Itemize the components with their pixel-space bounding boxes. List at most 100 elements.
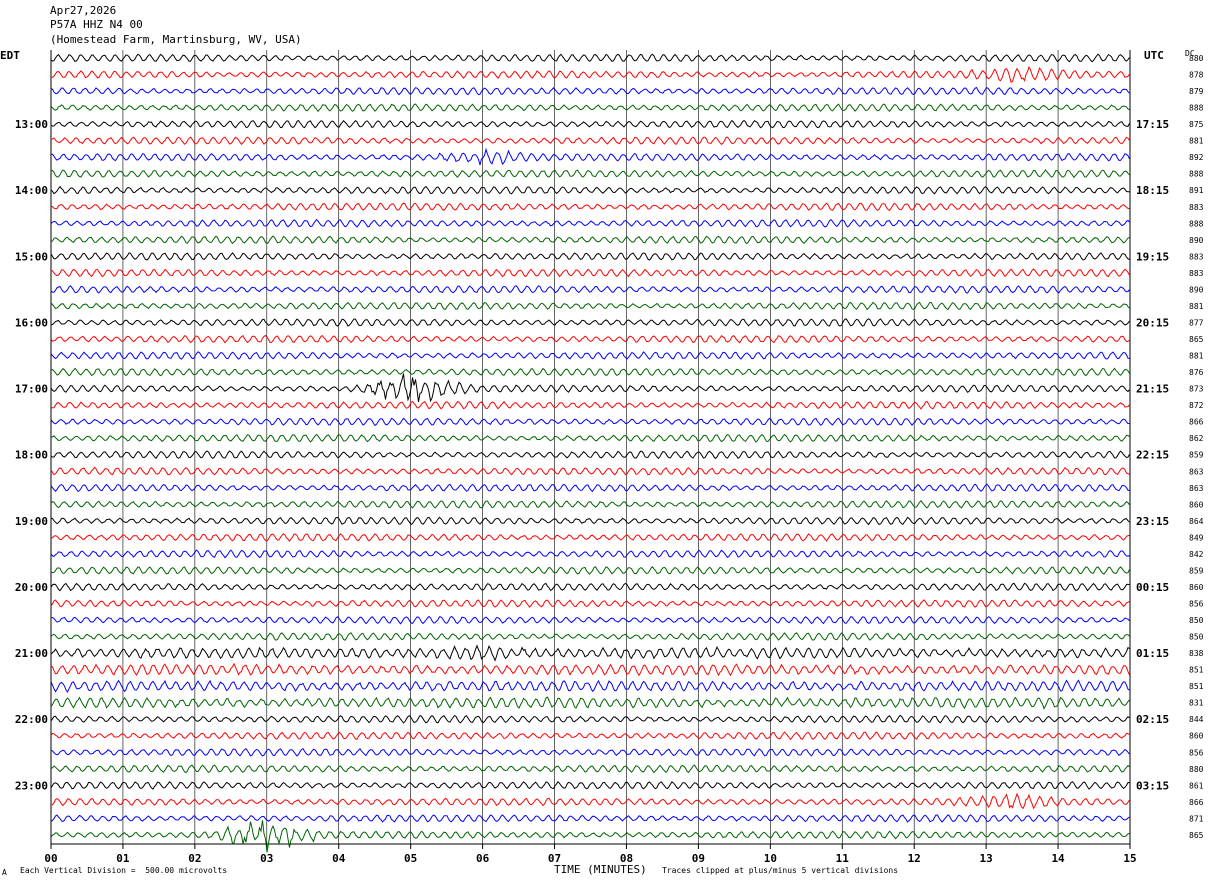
trace-row (50, 235, 1130, 245)
right-hour-label: 20:15 (1136, 316, 1169, 329)
dc-offset-label: 860 (1189, 583, 1204, 592)
trace-row (50, 218, 1130, 228)
clip-note: Traces clipped at plus/minus 5 vertical … (662, 866, 899, 875)
trace-row (50, 599, 1130, 608)
trace-row (50, 582, 1130, 592)
trace-row (50, 549, 1130, 559)
left-hour-label: 17:00 (15, 383, 48, 396)
dc-offset-label: 888 (1189, 104, 1204, 113)
dc-offset-label: 875 (1189, 120, 1204, 129)
trace-row (50, 662, 1130, 677)
left-hour-label: 14:00 (15, 184, 48, 197)
trace-row (50, 500, 1130, 509)
dc-offset-label: 890 (1189, 236, 1204, 245)
trace-row (50, 301, 1130, 311)
dc-offset-label: 862 (1189, 434, 1204, 443)
dc-offset-label: 892 (1189, 153, 1204, 162)
dc-offset-label: 861 (1189, 781, 1204, 790)
dc-offset-label: 881 (1189, 302, 1204, 311)
trace-row (50, 119, 1130, 129)
right-hour-label: 19:15 (1136, 250, 1169, 263)
left-hour-label: 21:00 (15, 647, 48, 660)
trace-row (50, 781, 1130, 790)
trace-row (50, 632, 1130, 641)
right-hour-label: 21:15 (1136, 383, 1169, 396)
trace-row (50, 285, 1130, 294)
x-tick-label: 06 (476, 852, 490, 865)
x-tick-label: 09 (692, 852, 705, 865)
right-hour-label: 01:15 (1136, 647, 1169, 660)
trace-row (50, 483, 1130, 493)
trace-row (50, 820, 1130, 853)
trace-row (50, 644, 1130, 662)
trace-row (50, 136, 1130, 146)
trace-row (50, 185, 1130, 195)
dc-offset-label: 856 (1189, 599, 1204, 608)
corner-mark: A (2, 868, 7, 877)
trace-row (50, 202, 1130, 212)
trace-row (50, 351, 1130, 360)
dc-offset-label: 865 (1189, 335, 1204, 344)
x-tick-label: 05 (404, 852, 417, 865)
trace-row (50, 679, 1130, 693)
trace-row (50, 615, 1130, 625)
dc-offset-label: 831 (1189, 699, 1204, 708)
trace-row (50, 814, 1130, 823)
dc-offset-label: 883 (1189, 252, 1204, 261)
dc-offset-label: 877 (1189, 318, 1204, 327)
dc-offset-label: 878 (1189, 71, 1204, 80)
dc-offset-label: 883 (1189, 269, 1204, 278)
left-hour-label: 20:00 (15, 581, 48, 594)
dc-offset-label: 873 (1189, 385, 1204, 394)
left-hour-label: 22:00 (15, 713, 48, 726)
trace-row (50, 792, 1130, 810)
x-tick-label: 12 (908, 852, 921, 865)
trace-row (50, 373, 1130, 403)
dc-offset-label: 850 (1189, 616, 1204, 625)
right-hour-label: 22:15 (1136, 449, 1169, 462)
dc-offset-label: 866 (1189, 418, 1204, 427)
trace-row (50, 533, 1130, 542)
dc-offset-label: 888 (1189, 170, 1204, 179)
trace-row (50, 516, 1130, 526)
right-hour-label: 02:15 (1136, 713, 1169, 726)
dc-offset-label: 883 (1189, 203, 1204, 212)
trace-row (50, 764, 1130, 774)
dc-offset-label: 851 (1189, 682, 1204, 691)
dc-offset-label: 880 (1189, 765, 1204, 774)
dc-offset-label: 859 (1189, 451, 1204, 460)
x-tick-label: 13 (980, 852, 993, 865)
trace-row (50, 450, 1130, 460)
trace-row (50, 417, 1130, 427)
right-hour-label: 23:15 (1136, 515, 1169, 528)
x-tick-label: 04 (332, 852, 346, 865)
x-tick-label: 02 (188, 852, 201, 865)
trace-row (50, 103, 1130, 112)
trace-row (50, 147, 1130, 166)
trace-row (50, 65, 1130, 83)
dc-offset-label: 851 (1189, 666, 1204, 675)
trace-row (50, 334, 1130, 344)
x-tick-label: 03 (260, 852, 273, 865)
left-hour-label: 15:00 (15, 250, 48, 263)
trace-row (50, 731, 1130, 741)
dc-offset-label: 880 (1189, 54, 1204, 63)
dc-offset-label: 891 (1189, 186, 1204, 195)
dc-offset-label: 850 (1189, 633, 1204, 642)
trace-row (50, 433, 1130, 443)
dc-offset-label: 859 (1189, 566, 1204, 575)
dc-offset-label: 849 (1189, 533, 1204, 542)
x-tick-label: 00 (44, 852, 57, 865)
trace-row (50, 696, 1130, 710)
trace-row (50, 714, 1130, 724)
seismogram-plot: 00 01 02 03 04 05 06 07 08 09 10 11 12 13 14 1588087887… (15, 50, 1204, 865)
dc-offset-label: 863 (1189, 484, 1204, 493)
dc-offset-label: 860 (1189, 500, 1204, 509)
trace-row (50, 367, 1130, 377)
trace-row (50, 400, 1130, 410)
dc-offset-label: 871 (1189, 814, 1204, 823)
dc-offset-label: 863 (1189, 467, 1204, 476)
trace-row (50, 566, 1130, 575)
left-hour-label: 19:00 (15, 515, 48, 528)
right-hour-label: 17:15 (1136, 118, 1169, 131)
